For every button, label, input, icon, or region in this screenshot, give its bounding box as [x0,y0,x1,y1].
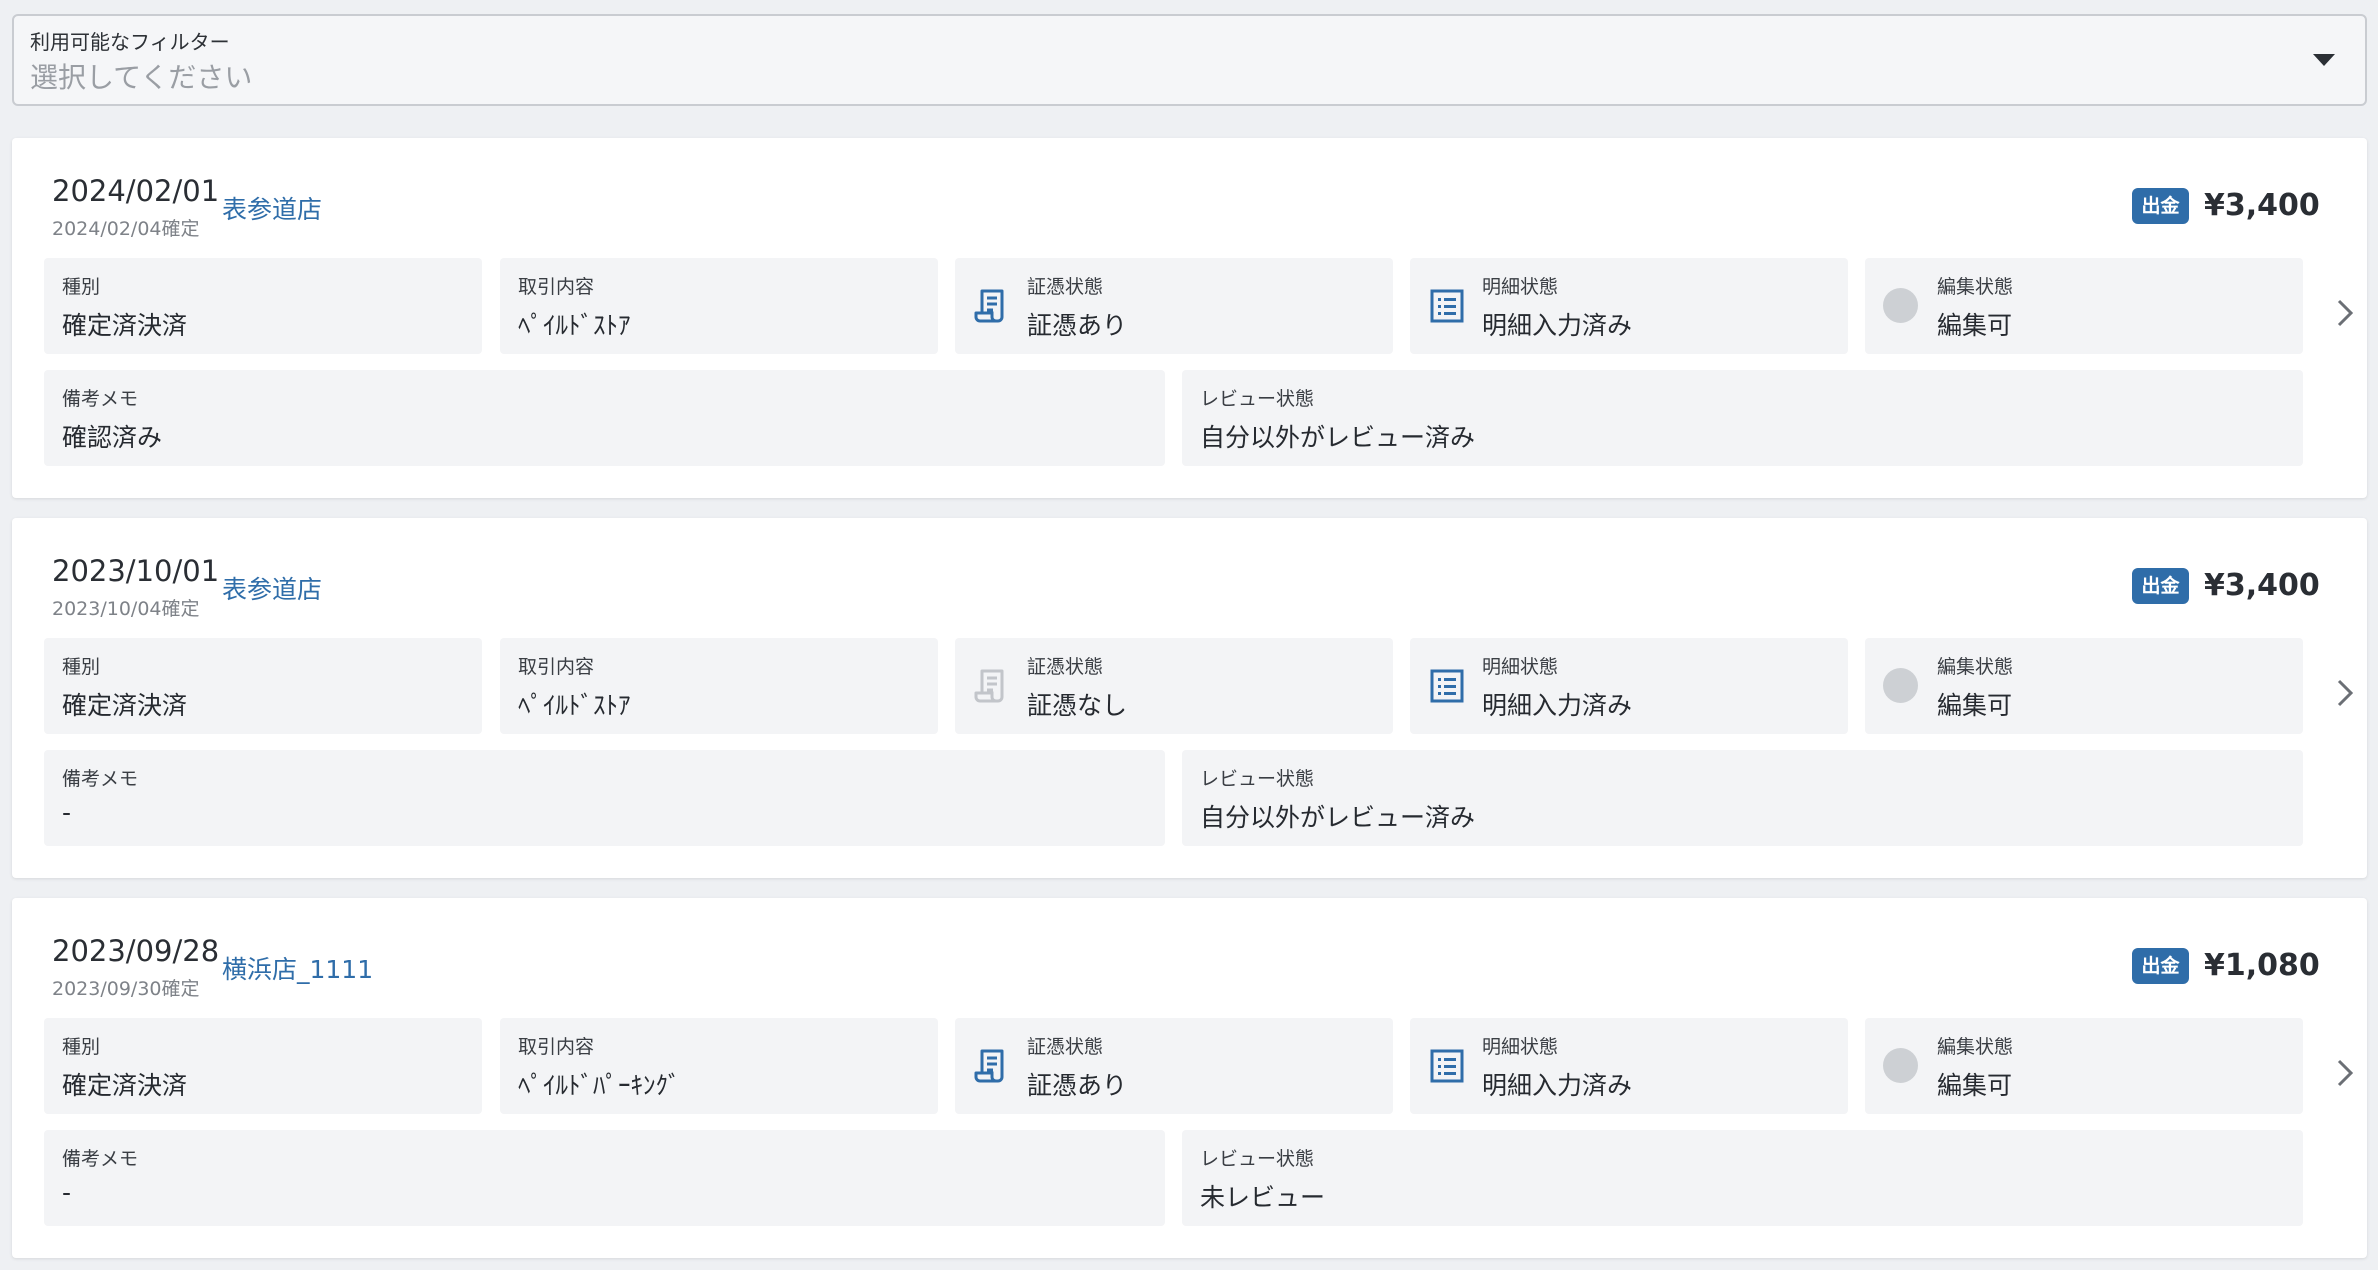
voucher-value: 証憑あり [1027,1071,1128,1100]
voucher-field: 証憑状態 証憑なし [955,638,1393,734]
edit-status-icon [1883,288,1918,323]
detail-field: 明細状態 明細入力済み [1410,1018,1848,1114]
voucher-label: 証憑状態 [1027,276,1104,298]
type-value: 確定済決済 [62,1071,188,1100]
detail-field: 明細状態 明細入力済み [1410,638,1848,734]
confirm-date: 2023/10/04確定 [52,598,200,620]
memo-label: 備考メモ [62,388,139,410]
chevron-right-icon[interactable] [2330,673,2360,713]
review-field: レビュー状態 自分以外がレビュー済み [1182,750,2303,846]
memo-field: 備考メモ - [44,750,1165,846]
memo-field: 備考メモ 確認済み [44,370,1165,466]
chevron-right-icon[interactable] [2330,1053,2360,1093]
store-link[interactable]: 横浜店_1111 [222,950,373,986]
content-value: ﾍﾟｲﾙﾄﾞｽﾄｱ [518,691,631,720]
detail-value: 明細入力済み [1482,691,1633,720]
dropdown-arrow-icon[interactable] [2313,54,2335,66]
edit-label: 編集状態 [1937,276,2014,298]
detail-label: 明細状態 [1482,276,1559,298]
transaction-date: 2024/02/01 [52,174,220,208]
type-field: 種別 確定済決済 [44,258,482,354]
type-value: 確定済決済 [62,691,188,720]
withdrawal-badge: 出金 [2132,568,2189,604]
withdrawal-badge: 出金 [2132,188,2189,224]
voucher-label: 証憑状態 [1027,1036,1104,1058]
memo-value: - [62,1178,72,1207]
review-label: レビュー状態 [1200,388,1315,410]
edit-value: 編集可 [1937,1071,2013,1100]
list-icon [1430,289,1464,323]
list-icon [1430,1049,1464,1083]
content-label: 取引内容 [518,276,595,298]
edit-label: 編集状態 [1937,1036,2014,1058]
voucher-label: 証憑状態 [1027,656,1104,678]
amount: ¥3,400 [2204,568,2320,603]
amount: ¥1,080 [2204,948,2320,983]
type-value: 確定済決済 [62,311,188,340]
detail-label: 明細状態 [1482,1036,1559,1058]
review-label: レビュー状態 [1200,1148,1315,1170]
memo-label: 備考メモ [62,1148,139,1170]
review-label: レビュー状態 [1200,768,1315,790]
detail-value: 明細入力済み [1482,1071,1633,1100]
amount: ¥3,400 [2204,188,2320,223]
edit-label: 編集状態 [1937,656,2014,678]
edit-field: 編集状態 編集可 [1865,258,2303,354]
edit-value: 編集可 [1937,691,2013,720]
transaction-card[interactable]: 2023/09/28 2023/09/30確定 横浜店_1111 出金 ¥1,0… [12,898,2367,1258]
detail-field: 明細状態 明細入力済み [1410,258,1848,354]
review-field: レビュー状態 未レビュー [1182,1130,2303,1226]
type-label: 種別 [62,1036,101,1058]
edit-status-icon [1883,668,1918,703]
review-field: レビュー状態 自分以外がレビュー済み [1182,370,2303,466]
edit-field: 編集状態 編集可 [1865,1018,2303,1114]
content-value: ﾍﾟｲﾙﾄﾞﾊﾟｰｷﾝｸﾞ [518,1071,681,1100]
content-label: 取引内容 [518,1036,595,1058]
receipt-icon [974,1049,1004,1083]
receipt-icon [974,289,1004,323]
content-field: 取引内容 ﾍﾟｲﾙﾄﾞｽﾄｱ [500,258,938,354]
transaction-date: 2023/10/01 [52,554,220,588]
filter-placeholder: 選択してください [30,61,253,94]
transaction-date: 2023/09/28 [52,934,220,968]
type-field: 種別 確定済決済 [44,1018,482,1114]
voucher-value: 証憑なし [1027,691,1128,720]
detail-value: 明細入力済み [1482,311,1633,340]
content-field: 取引内容 ﾍﾟｲﾙﾄﾞﾊﾟｰｷﾝｸﾞ [500,1018,938,1114]
transaction-card[interactable]: 2024/02/01 2024/02/04確定 表参道店 出金 ¥3,400 種… [12,138,2367,498]
chevron-right-icon[interactable] [2330,293,2360,333]
edit-status-icon [1883,1048,1918,1083]
content-value: ﾍﾟｲﾙﾄﾞｽﾄｱ [518,311,631,340]
detail-label: 明細状態 [1482,656,1559,678]
list-icon [1430,669,1464,703]
voucher-value: 証憑あり [1027,311,1128,340]
voucher-field: 証憑状態 証憑あり [955,1018,1393,1114]
store-link[interactable]: 表参道店 [222,190,322,226]
edit-field: 編集状態 編集可 [1865,638,2303,734]
confirm-date: 2023/09/30確定 [52,978,200,1000]
memo-field: 備考メモ - [44,1130,1165,1226]
transaction-card[interactable]: 2023/10/01 2023/10/04確定 表参道店 出金 ¥3,400 種… [12,518,2367,878]
filter-select[interactable]: 利用可能なフィルター 選択してください [12,14,2367,106]
voucher-field: 証憑状態 証憑あり [955,258,1393,354]
memo-value: 確認済み [62,423,163,452]
receipt-disabled-icon [974,669,1004,703]
type-label: 種別 [62,656,101,678]
review-value: 自分以外がレビュー済み [1200,423,1476,452]
withdrawal-badge: 出金 [2132,948,2189,984]
confirm-date: 2024/02/04確定 [52,218,200,240]
review-value: 自分以外がレビュー済み [1200,803,1476,832]
type-field: 種別 確定済決済 [44,638,482,734]
filter-label: 利用可能なフィルター [30,30,230,54]
memo-label: 備考メモ [62,768,139,790]
review-value: 未レビュー [1200,1183,1326,1212]
content-field: 取引内容 ﾍﾟｲﾙﾄﾞｽﾄｱ [500,638,938,734]
edit-value: 編集可 [1937,311,2013,340]
type-label: 種別 [62,276,101,298]
store-link[interactable]: 表参道店 [222,570,322,606]
memo-value: - [62,798,72,827]
content-label: 取引内容 [518,656,595,678]
